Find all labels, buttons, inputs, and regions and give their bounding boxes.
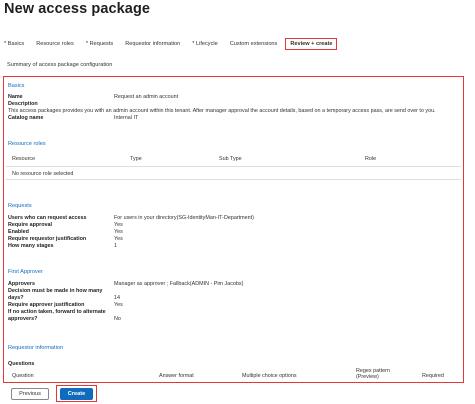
first-approver-details: Approvers Manager as approver ; Fallback…	[4, 281, 463, 331]
approvers-label: Approvers	[8, 281, 35, 287]
basics-heading: Basics	[8, 83, 25, 89]
approver-justification-value: Yes	[114, 302, 123, 308]
who-can-request-label: Users who can request access	[8, 215, 87, 221]
name-value: Request an admin account	[114, 94, 179, 100]
require-justification-value: Yes	[114, 236, 123, 242]
description-label: Description	[8, 101, 38, 107]
resource-roles-table-header: Resource Type Sub Type Role	[6, 153, 461, 167]
resource-roles-heading: Resource roles	[8, 141, 46, 147]
tab-requestor-information[interactable]: Requestor information	[125, 41, 180, 47]
column-sub-type[interactable]: Sub Type	[219, 156, 242, 162]
column-answer-format[interactable]: Answer format	[159, 373, 194, 379]
catalog-name-value: Internal IT	[114, 115, 139, 121]
enabled-value: Yes	[114, 229, 123, 235]
forward-alternate-label-cont: approvers?	[8, 316, 38, 322]
column-multiple-choice[interactable]: Multiple choice options	[242, 373, 297, 379]
first-approver-heading: First Approver	[8, 269, 43, 275]
forward-alternate-value: No	[114, 316, 121, 322]
require-approval-label: Require approval	[8, 222, 53, 228]
column-question[interactable]: Question	[12, 373, 34, 379]
previous-button[interactable]: Previous	[11, 388, 49, 400]
questions-table-header: Question Answer format Multiple choice o…	[6, 368, 461, 382]
approver-justification-label: Require approver justification	[8, 302, 85, 308]
decision-days-value: 14	[114, 295, 120, 301]
questions-label: Questions	[8, 361, 35, 367]
column-required[interactable]: Required	[422, 373, 444, 379]
requests-heading: Requests	[8, 203, 32, 209]
column-type[interactable]: Type	[130, 156, 142, 162]
require-approval-value: Yes	[114, 222, 123, 228]
column-regex-pattern[interactable]: Regex pattern (Preview)	[356, 368, 402, 380]
requests-details: Users who can request access For users i…	[4, 215, 463, 255]
wizard-tabs: * Basics Resource roles * Requests Reque…	[4, 38, 349, 50]
catalog-name-label: Catalog name	[8, 115, 44, 121]
column-role[interactable]: Role	[365, 156, 376, 162]
empty-resource-text: No resource role selected	[12, 171, 74, 177]
basics-details: Name Request an admin account Descriptio…	[4, 94, 463, 124]
create-button[interactable]: Create	[60, 388, 93, 400]
description-value: This access packages provides you with a…	[8, 108, 436, 114]
forward-alternate-label: If no action taken, forward to alternate	[8, 309, 106, 315]
name-label: Name	[8, 94, 23, 100]
table-row: No resource role selected	[6, 168, 461, 180]
who-can-request-value: For users in your directory(SG-IdentityM…	[114, 215, 254, 221]
tab-lifecycle[interactable]: * Lifecycle	[192, 41, 218, 47]
how-many-stages-label: How many stages	[8, 243, 54, 249]
tab-custom-extensions[interactable]: Custom extensions	[230, 41, 278, 47]
decision-days-label-cont: days?	[8, 295, 24, 301]
summary-title: Summary of access package configuration	[7, 62, 113, 68]
approvers-value: Manager as approver ; Fallback(ADMIN - P…	[114, 281, 244, 287]
column-resource[interactable]: Resource	[12, 156, 35, 162]
how-many-stages-value: 1	[114, 243, 117, 249]
review-summary-panel: Basics Name Request an admin account Des…	[3, 76, 464, 383]
page-title: New access package	[4, 1, 151, 17]
tab-requests[interactable]: * Requests	[86, 41, 113, 47]
require-justification-label: Require requestor justification	[8, 236, 87, 242]
decision-days-label: Decision must be made in how many	[8, 288, 103, 294]
tab-basics[interactable]: * Basics	[4, 41, 24, 47]
tab-resource-roles[interactable]: Resource roles	[36, 41, 74, 47]
requestor-information-heading: Requestor information	[8, 345, 64, 351]
tab-review-create[interactable]: Review + create	[285, 38, 338, 50]
enabled-label: Enabled	[8, 229, 29, 235]
